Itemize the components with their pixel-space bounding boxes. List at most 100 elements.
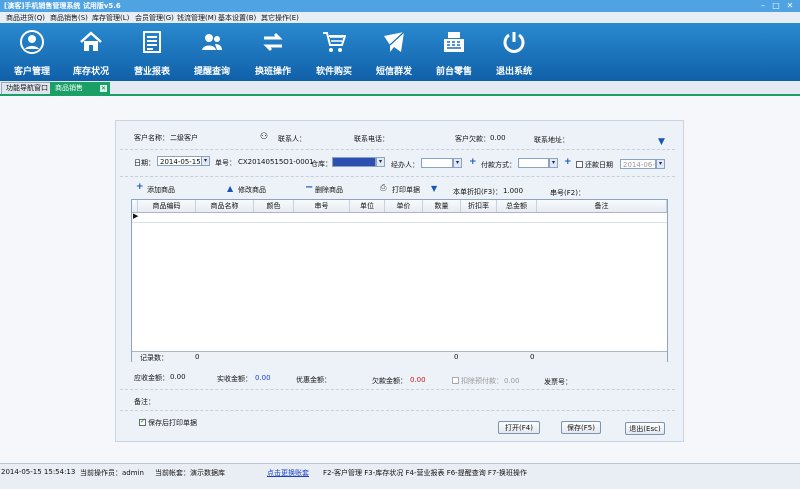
col-unit[interactable]: 单位 (350, 200, 385, 212)
col-total[interactable]: 总金额 (497, 200, 537, 212)
col-price[interactable]: 单价 (385, 200, 423, 212)
customer-name-value[interactable]: 二级客户 (170, 133, 198, 143)
record-count-label: 记录数： (140, 354, 168, 362)
handler-dropdown-icon[interactable]: ▾ (453, 158, 462, 168)
print-after-save-checkbox[interactable]: ✓ (139, 417, 146, 426)
check-icon: ✓ (140, 417, 146, 425)
add-handler-icon[interactable]: + (469, 158, 477, 167)
expand-down-icon[interactable]: ▼ (658, 137, 665, 147)
register-icon (444, 32, 464, 52)
tab-sales[interactable]: 商品销售 ✕ (50, 82, 110, 95)
menu-settings[interactable]: 基本设置(B) (218, 13, 256, 23)
tab-strip: 功能导航窗口 商品销售 ✕ (0, 81, 800, 96)
contact-label: 联系人： (278, 135, 306, 143)
discount-label: 本单折扣(F3)： (453, 188, 502, 196)
user-icon (20, 30, 44, 54)
grid-footer: 记录数： 0 0 0 (132, 351, 667, 362)
remark-label: 备注： (134, 398, 155, 406)
close-button[interactable]: ✕ (785, 1, 795, 10)
serial-label: 串号(F2)： (550, 189, 585, 197)
footer-total-value: 0 (530, 353, 535, 361)
delete-item-button[interactable]: 删除商品 (315, 185, 343, 195)
home-icon (80, 31, 102, 51)
divider (120, 389, 675, 390)
receivable-value: 0.00 (170, 373, 186, 381)
col-remark[interactable]: 备注 (537, 200, 667, 212)
add-payment-icon[interactable]: + (564, 158, 572, 167)
invoice-label: 发票号： (544, 378, 572, 386)
delete-item-icon[interactable]: − (305, 182, 313, 193)
cart-icon (323, 32, 346, 52)
phone-label: 联系电话： (354, 135, 389, 143)
return-date-label: 还款日期 (585, 161, 613, 169)
save-button[interactable]: 保存(F5) (561, 421, 601, 434)
col-code[interactable]: 商品编码 (138, 200, 196, 212)
footer-qty-value: 0 (454, 353, 459, 361)
power-icon (503, 32, 525, 53)
owed-label: 欠款金额： (372, 377, 407, 385)
menu-inventory[interactable]: 库存管理(L) (92, 13, 129, 23)
edit-item-button[interactable]: 修改商品 (238, 185, 266, 195)
printer-icon[interactable]: ⎙ (380, 183, 386, 193)
status-account: 当前帐套：演示数据库 (155, 469, 225, 477)
prepay-checkbox[interactable] (452, 377, 459, 384)
arrow-down-icon[interactable]: ▼ (431, 184, 437, 193)
return-date-field[interactable]: 2014-06-15 (620, 159, 656, 169)
divider (120, 176, 675, 177)
date-field[interactable]: 2014-05-15 (157, 156, 202, 166)
minimize-button[interactable]: – (758, 1, 768, 10)
col-name[interactable]: 商品名称 (196, 200, 254, 212)
col-qty[interactable]: 数量 (423, 200, 461, 212)
tab-close-icon[interactable]: ✕ (100, 85, 107, 92)
toolbar-sms-button[interactable]: 短信群发 (365, 23, 423, 81)
handler-label: 经办人： (391, 161, 419, 169)
tab-sales-label: 商品销售 (55, 84, 83, 92)
menu-purchase[interactable]: 商品进货(Q) (6, 13, 45, 23)
return-date-checkbox[interactable] (576, 161, 583, 168)
toolbar-purchase-button[interactable]: 软件购买 (305, 23, 363, 81)
col-color[interactable]: 颜色 (254, 200, 294, 212)
items-grid[interactable]: 商品编码 商品名称 颜色 串号 单位 单价 数量 折扣率 总金额 备注 ▶ 记录… (131, 199, 668, 362)
col-serial[interactable]: 串号 (294, 200, 350, 212)
mail-icon (384, 31, 405, 52)
table-row[interactable]: ▶ (132, 212, 667, 223)
discount-value[interactable]: 1.000 (503, 187, 523, 195)
toolbar-customer-button[interactable]: 客户管理 (3, 23, 61, 81)
toolbar-reminder-button[interactable]: 提醒查询 (183, 23, 241, 81)
menu-other[interactable]: 其它操作(E) (261, 13, 299, 23)
status-datetime: 2014-05-15 15:54:13 (1, 468, 76, 476)
add-item-icon[interactable]: + (136, 183, 144, 192)
toolbar-retail-button[interactable]: 前台零售 (425, 23, 483, 81)
divider (120, 149, 675, 150)
discount-amount-label: 优惠金额： (296, 376, 331, 384)
menu-members[interactable]: 会员管理(G) (135, 13, 174, 23)
toolbar-shift-button[interactable]: 换班操作 (244, 23, 302, 81)
menu-money[interactable]: 钱流管理(M) (177, 13, 217, 23)
maximize-button[interactable]: □ (771, 1, 781, 10)
menu-sales[interactable]: 商品销售(S) (50, 13, 88, 23)
payment-select[interactable] (518, 158, 549, 168)
print-button[interactable]: 打印单据 (392, 185, 420, 195)
toolbar-report-button[interactable]: 营业报表 (123, 23, 181, 81)
change-account-link[interactable]: 点击更换账套 (267, 468, 309, 478)
exit-button[interactable]: 退出(Esc) (625, 422, 665, 435)
toolbar-exit-button[interactable]: 退出系统 (485, 23, 543, 81)
return-date-dropdown-icon[interactable]: ▾ (656, 159, 665, 169)
col-discount-rate[interactable]: 折扣率 (461, 200, 497, 212)
payment-dropdown-icon[interactable]: ▾ (549, 158, 558, 168)
tab-navigation[interactable]: 功能导航窗口 (1, 82, 53, 94)
received-value[interactable]: 0.00 (255, 374, 271, 382)
warehouse-dropdown-icon[interactable]: ▾ (376, 157, 385, 167)
warehouse-label: 仓库： (311, 160, 332, 168)
binoculars-icon[interactable]: ⚇ (260, 132, 268, 142)
warehouse-select[interactable] (332, 157, 376, 167)
date-dropdown-icon[interactable]: ▾ (201, 156, 210, 166)
payment-label: 付款方式： (481, 161, 516, 169)
customer-name-label: 客户名称： (134, 134, 169, 142)
switch-icon (263, 32, 283, 52)
open-button[interactable]: 打开(F4) (498, 421, 540, 434)
edit-item-icon[interactable]: ▲ (227, 184, 233, 193)
add-item-button[interactable]: 添加商品 (147, 185, 175, 195)
handler-select[interactable] (421, 158, 453, 168)
toolbar-inventory-button[interactable]: 库存状况 (62, 23, 120, 81)
